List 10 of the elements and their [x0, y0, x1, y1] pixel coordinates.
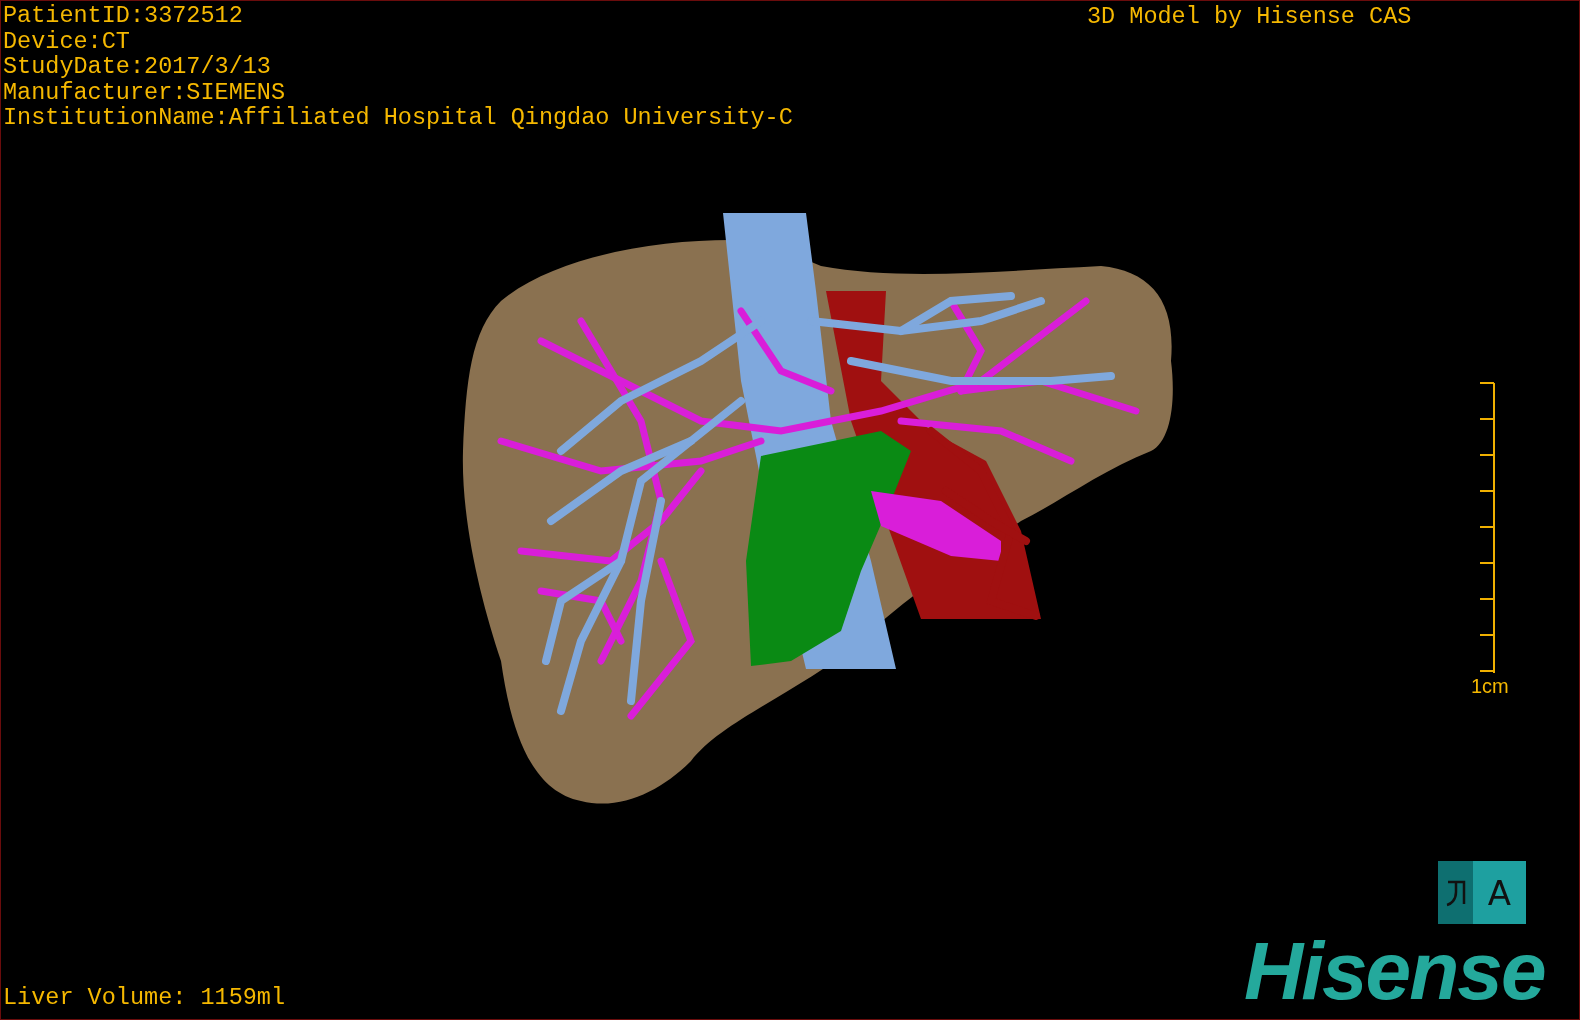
patient-info-text: StudyDate:2017/3/13	[3, 54, 272, 80]
brand-logo: Hisense	[1244, 931, 1545, 1011]
patient-info-text: Manufacturer:SIEMENS	[3, 79, 287, 105]
patient-info-text: InstitutionName:Affiliated Hospital Qingdao University-C	[3, 105, 793, 131]
patient-info-text: Device:CT	[3, 28, 131, 54]
liver-volume-text: Liver Volume: 1159ml	[3, 984, 286, 1012]
scale-label: 1cm	[1471, 675, 1509, 697]
text-tool-button[interactable]: A	[1438, 861, 1526, 924]
patient-info-text: PatientID:3372512	[3, 3, 244, 29]
model-caption: 3D Model by Hisense CAS	[1087, 3, 1412, 31]
